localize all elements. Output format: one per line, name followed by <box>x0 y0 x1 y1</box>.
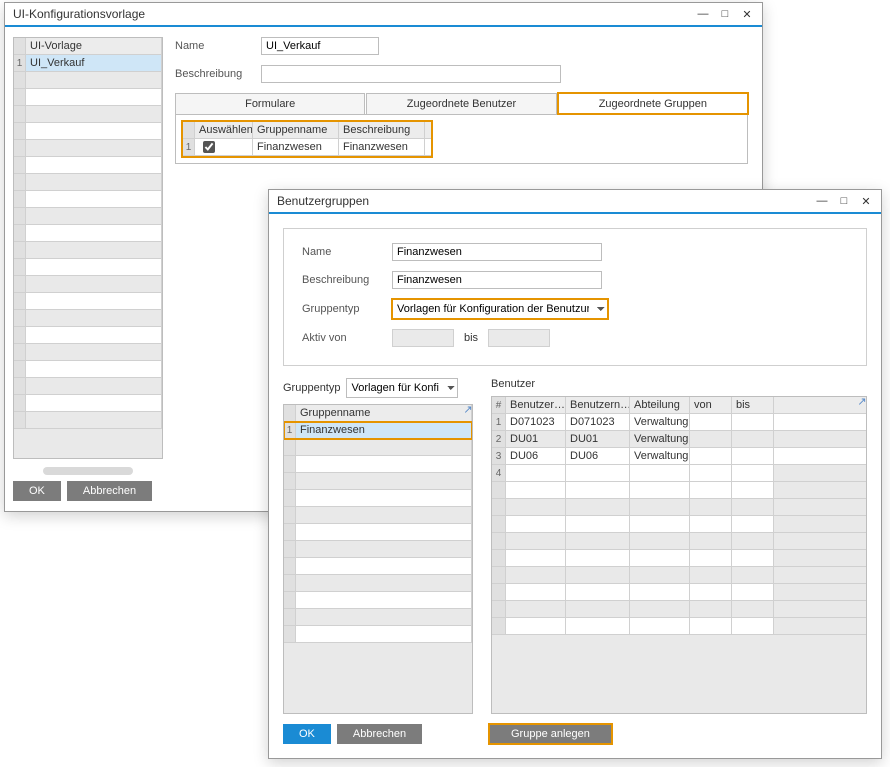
grouptype-filter-label: Gruppentyp <box>283 382 340 394</box>
users-grid-row[interactable]: 2 DU01 DU01 Verwaltung <box>492 431 866 448</box>
users-grid[interactable]: # Benutzer… Benutzern… Abteilung von bis… <box>491 396 867 714</box>
minimize-icon[interactable]: — <box>694 6 712 22</box>
grouptype-filter-select[interactable]: Vorlagen für Konfig <box>346 378 458 398</box>
activefrom-input[interactable] <box>392 329 454 347</box>
titlebar[interactable]: UI-Konfigurationsvorlage — □ ✕ <box>5 3 762 27</box>
users-grid-row[interactable]: 1 D071023 D071023 Verwaltung <box>492 414 866 431</box>
name-input[interactable] <box>261 37 379 55</box>
grouptype-select[interactable]: Vorlagen für Konfiguration der Benutzur <box>392 299 608 319</box>
close-icon[interactable]: ✕ <box>857 193 875 209</box>
window-controls: — □ ✕ <box>813 193 875 209</box>
tab-forms[interactable]: Formulare <box>175 93 365 114</box>
maximize-icon[interactable]: □ <box>716 6 734 22</box>
users-grid-row[interactable]: 4 <box>492 465 866 482</box>
maximize-icon[interactable]: □ <box>835 193 853 209</box>
expand-icon[interactable]: ↗ <box>855 394 869 408</box>
template-list-panel: UI-Vorlage 1 UI_Verkauf <box>5 27 171 511</box>
cancel-button[interactable]: Abbrechen <box>337 724 422 744</box>
description-input[interactable] <box>261 65 561 83</box>
scrollbar-horizontal[interactable] <box>43 467 133 475</box>
until-label: bis <box>464 332 478 344</box>
groupname-grid-header: Gruppenname <box>284 405 472 422</box>
template-grid-row[interactable]: 1 UI_Verkauf <box>14 55 162 72</box>
users-grid-row[interactable]: 3 DU06 DU06 Verwaltung <box>492 448 866 465</box>
group-grid-row[interactable]: 1 Finanzwesen Finanzwesen <box>183 139 431 156</box>
grouptype-label: Gruppentyp <box>302 303 392 315</box>
description-input[interactable] <box>392 271 602 289</box>
description-label: Beschreibung <box>302 274 392 286</box>
window-controls: — □ ✕ <box>694 6 756 22</box>
minimize-icon[interactable]: — <box>813 193 831 209</box>
cancel-button[interactable]: Abbrechen <box>67 481 152 501</box>
tab-assigned-users[interactable]: Zugeordnete Benutzer <box>366 93 556 114</box>
user-groups-window: Benutzergruppen — □ ✕ Name Beschreibung … <box>268 189 882 759</box>
window-title: Benutzergruppen <box>277 194 369 208</box>
tabbar: Formulare Zugeordnete Benutzer Zugeordne… <box>175 93 748 115</box>
expand-icon[interactable]: ↗ <box>461 402 475 416</box>
group-grid[interactable]: Auswählen Gruppenname Beschreibung 1 Fin… <box>182 121 432 157</box>
tab-assigned-groups[interactable]: Zugeordnete Gruppen <box>558 93 748 114</box>
groupname-grid[interactable]: Gruppenname 1 Finanzwesen <box>283 404 473 714</box>
close-icon[interactable]: ✕ <box>738 6 756 22</box>
users-title: Benutzer <box>491 378 535 390</box>
group-form: Name Beschreibung Gruppentyp Vorlagen fü… <box>283 228 867 366</box>
tab-panel-assigned-groups: Auswählen Gruppenname Beschreibung 1 Fin… <box>175 115 748 164</box>
name-label: Name <box>302 246 392 258</box>
titlebar[interactable]: Benutzergruppen — □ ✕ <box>269 190 881 214</box>
window-title: UI-Konfigurationsvorlage <box>13 7 145 21</box>
activefrom-label: Aktiv von <box>302 332 392 344</box>
groupname-grid-row[interactable]: 1 Finanzwesen <box>284 422 472 439</box>
ok-button[interactable]: OK <box>283 724 331 744</box>
activeto-input[interactable] <box>488 329 550 347</box>
template-grid[interactable]: UI-Vorlage 1 UI_Verkauf <box>13 37 163 459</box>
ok-button[interactable]: OK <box>13 481 61 501</box>
group-grid-header: Auswählen Gruppenname Beschreibung <box>183 122 431 139</box>
create-group-button[interactable]: Gruppe anlegen <box>489 724 612 744</box>
name-input[interactable] <box>392 243 602 261</box>
description-label: Beschreibung <box>175 68 261 80</box>
group-select-checkbox[interactable] <box>203 141 215 153</box>
name-label: Name <box>175 40 261 52</box>
users-grid-header: # Benutzer… Benutzern… Abteilung von bis <box>492 397 866 414</box>
template-grid-header: UI-Vorlage <box>14 38 162 55</box>
